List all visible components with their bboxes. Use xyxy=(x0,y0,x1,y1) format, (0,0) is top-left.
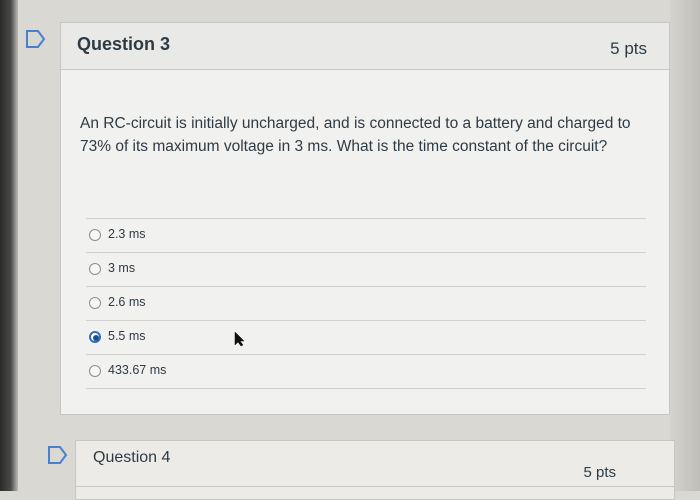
question-4-header: Question 4 5 pts xyxy=(76,441,674,487)
answer-option[interactable]: 3 ms xyxy=(86,252,646,286)
question-4-points: 5 pts xyxy=(583,464,616,481)
radio-button[interactable] xyxy=(89,365,101,377)
answer-option-selected[interactable]: 5.5 ms xyxy=(86,320,646,354)
radio-button[interactable] xyxy=(89,263,101,275)
radio-button[interactable] xyxy=(89,297,101,309)
answer-label: 3 ms xyxy=(108,261,136,275)
question-4-card: Question 4 5 pts xyxy=(75,440,675,500)
question-3-answer-list: 2.3 ms 3 ms 2.6 ms 5.5 ms 433.67 ms xyxy=(86,218,646,389)
background-right-edge xyxy=(670,0,700,491)
answer-option[interactable]: 433.67 ms xyxy=(86,354,646,389)
question-3-header: Question 3 5 pts xyxy=(61,23,669,70)
background-left-edge xyxy=(0,0,18,491)
radio-button-selected[interactable] xyxy=(89,331,101,343)
answer-option[interactable]: 2.6 ms xyxy=(86,286,646,320)
mouse-pointer-icon xyxy=(234,331,245,347)
answer-label: 2.3 ms xyxy=(108,227,146,241)
answer-label: 5.5 ms xyxy=(108,329,146,343)
flag-question-4-icon[interactable] xyxy=(46,444,70,466)
answer-option[interactable]: 2.3 ms xyxy=(86,218,646,252)
radio-button[interactable] xyxy=(89,229,101,241)
flag-question-3-icon[interactable] xyxy=(24,28,48,50)
answer-label: 2.6 ms xyxy=(108,295,146,309)
question-3-text: An RC-circuit is initially uncharged, an… xyxy=(80,115,631,155)
question-3-points: 5 pts xyxy=(610,39,647,58)
answer-label: 433.67 ms xyxy=(108,363,167,377)
question-3-title: Question 3 xyxy=(77,34,171,54)
question-4-title: Question 4 xyxy=(93,449,171,466)
